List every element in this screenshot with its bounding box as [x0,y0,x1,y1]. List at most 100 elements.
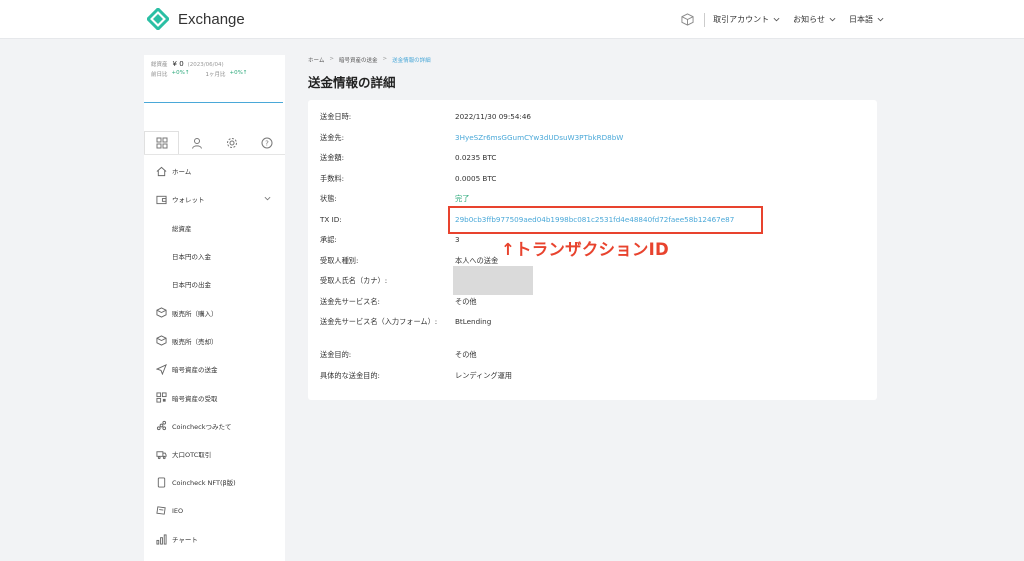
tab-settings[interactable] [214,131,249,154]
sidebar-item-chart[interactable]: チャート [144,525,285,553]
page-title: 送金情報の詳細 [308,75,396,90]
sidebar-item-crypto-send[interactable]: 暗号資産の送金 [144,355,285,383]
asset-date: (2023/06/04) [187,62,224,68]
detail-label: 手数料: [320,173,344,183]
redacted-name-block [453,266,533,295]
wallet-icon [156,195,167,205]
breadcrumb-separator: > [329,56,334,62]
total-asset-label: 総資産 [151,62,168,68]
send-icon [156,363,167,375]
truck-icon [156,450,167,459]
detail-label: 受取人氏名（カナ）: [320,276,388,285]
sidebar-item-buy[interactable]: 販売所（購入） [144,298,285,326]
tab-menu[interactable] [144,131,179,154]
detail-label: TX ID: [320,214,342,224]
breadcrumb-current: 送金情報の詳細 [392,58,431,64]
svg-text:?: ? [265,139,269,147]
user-icon [191,137,202,149]
month-change-label: 1ヶ月比 [205,72,226,78]
day-change-value: +0%↑ [171,70,190,76]
detail-label: 具体的な送金目的: [320,370,380,380]
gear-icon [226,137,237,148]
sidebar-item-tsumitate[interactable]: Coincheckつみたて [144,412,285,440]
tab-help[interactable]: ? [249,131,284,154]
account-menu-label: 取引アカウント [713,15,770,24]
grid-icon [156,137,167,149]
detail-value: レンディング運用 [455,370,512,380]
sidebar-item-label: 販売所（売却） [172,337,218,346]
sidebar-item-label: Coincheckつみたて [172,422,232,431]
box-icon [156,335,167,347]
account-menu[interactable]: 取引アカウント [713,14,780,25]
chevron-down-icon [829,17,836,22]
detail-label: 送金先: [320,132,344,142]
sidebar-item-jpy-deposit[interactable]: 日本円の入金 [144,242,285,270]
app-name: Exchange [178,10,245,28]
sidebar-item-wallet[interactable]: ウォレット [144,185,285,213]
coincheck-logo-icon [147,8,169,30]
sidebar-item-otc[interactable]: 大口OTC取引 [144,440,285,468]
tab-account[interactable] [179,131,214,154]
sidebar-tabs: ? [144,131,285,155]
month-change-value: +0%↑ [229,70,248,76]
detail-label: 送金先サービス名（入力フォーム）: [320,317,438,326]
notice-menu[interactable]: お知らせ [793,14,836,25]
detail-label: 受取人種別: [320,255,359,265]
detail-label: 送金額: [320,153,344,162]
sidebar-item-label: 暗号資産の受取 [172,394,218,403]
destination-address-link[interactable]: 3HyeSZr6msGGumCYw3dUDsuW3PTbkRD8bW [455,132,623,143]
top-header: Exchange 取引アカウント お知らせ 日本語 [0,0,1024,39]
day-change-label: 前日比 [151,72,168,78]
detail-value: BtLending [455,317,492,326]
chart-icon [156,533,167,545]
sidebar-item-nft[interactable]: Coincheck NFT(β版) [144,468,285,496]
help-icon: ? [261,137,272,148]
sidebar-item-label: 販売所（購入） [172,309,218,318]
txid-highlight-box [448,206,763,234]
sidebar: 総資産 ¥ 0 (2023/06/04) 前日比 +0%↑ 1ヶ月比 +0%↑ … [144,55,285,561]
sidebar-item-total-assets[interactable]: 総資産 [144,214,285,242]
detail-value: 0.0005 BTC [455,173,497,183]
sidebar-item-label: IEO [172,506,184,515]
breadcrumb: ホーム > 暗号資産の送金 > 送金情報の詳細 [308,56,431,64]
detail-value: その他 [455,350,477,359]
sidebar-nav: ホーム ウォレット 総資産 日本円の入金 日本円の出金 販売所（購入） 販売所（… [144,157,285,553]
sidebar-item-label: Coincheck NFT(β版) [172,479,236,488]
sidebar-item-label: 日本円の入金 [172,253,211,262]
detail-label: 承認: [320,235,337,244]
txid-annotation: ↑トランザクションID [501,240,669,259]
total-asset-value: ¥ 0 [172,60,184,68]
sidebar-item-label: 日本円の出金 [172,281,211,290]
stack-icon [156,421,167,431]
chevron-down-icon [773,17,780,22]
breadcrumb-home[interactable]: ホーム [308,56,324,64]
header-divider [704,12,706,27]
detail-value: 0.0235 BTC [455,153,497,162]
sidebar-item-jpy-withdraw[interactable]: 日本円の出金 [144,270,285,298]
nft-icon [157,477,166,488]
asset-summary: 総資産 ¥ 0 (2023/06/04) 前日比 +0%↑ 1ヶ月比 +0%↑ [144,55,283,103]
sidebar-item-ieo[interactable]: IEO [144,497,285,525]
breadcrumb-separator: > [382,56,388,62]
language-menu-label: 日本語 [849,15,873,24]
exchange-logo[interactable]: Exchange [147,8,245,30]
sidebar-item-sell[interactable]: 販売所（売却） [144,327,285,355]
sidebar-item-label: 総資産 [172,224,192,233]
sidebar-item-label: チャート [172,536,198,544]
chevron-down-icon [264,197,271,201]
detail-value: 2022/11/30 09:54:46 [455,112,531,121]
sidebar-item-crypto-receive[interactable]: 暗号資産の受取 [144,383,285,411]
cube-icon[interactable] [681,13,694,26]
detail-label: 送金目的: [320,350,352,359]
sidebar-item-home[interactable]: ホーム [144,157,285,185]
notice-menu-label: お知らせ [793,15,825,24]
breadcrumb-crypto-send[interactable]: 暗号資産の送金 [339,56,378,64]
detail-value: 本人への送金 [455,255,499,265]
home-icon [156,166,167,176]
language-menu[interactable]: 日本語 [849,14,884,25]
qr-icon [156,392,167,403]
detail-label: 状態: [320,194,337,203]
detail-label: 送金先サービス名: [320,296,380,306]
sidebar-item-label: 暗号資産の送金 [172,366,218,375]
detail-label: 送金日時: [320,112,352,121]
